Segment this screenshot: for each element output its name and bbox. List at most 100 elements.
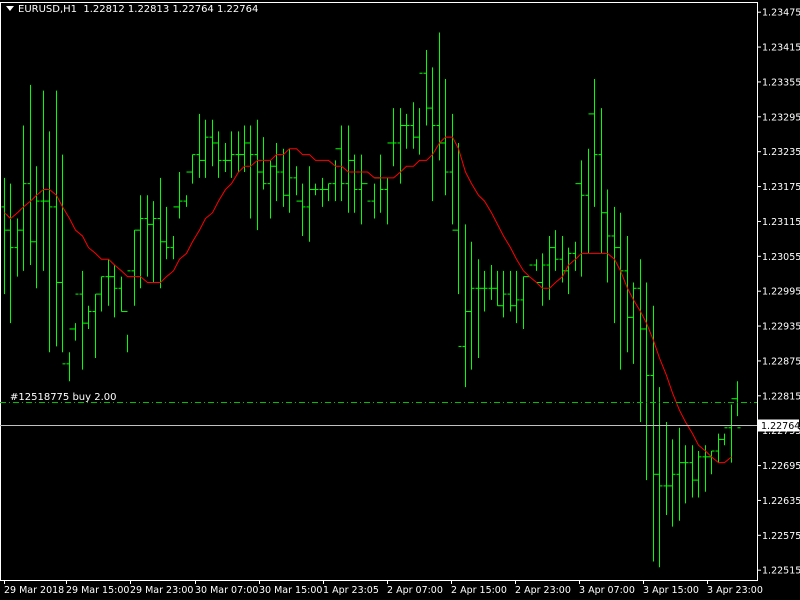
ohlc-bar bbox=[591, 79, 598, 207]
ohlc-bar bbox=[702, 445, 709, 492]
ohlc-bar bbox=[630, 282, 637, 364]
ohlc-bar bbox=[358, 154, 365, 225]
ohlc-bar bbox=[539, 253, 546, 306]
chart-header: EURUSD,H1 1.22812 1.22813 1.22764 1.2276… bbox=[6, 4, 258, 15]
ohlc-bar bbox=[565, 247, 572, 295]
ohlc-bar bbox=[319, 177, 326, 207]
ohlc-bar bbox=[209, 119, 216, 167]
ohlc-bar bbox=[682, 445, 689, 504]
ohlc-bar bbox=[111, 265, 118, 318]
ohlc-bar bbox=[59, 154, 66, 365]
x-tick-label: 29 Mar 2018 bbox=[4, 585, 64, 596]
ohlc-bar bbox=[118, 276, 125, 313]
y-tick-label: 1.23415 bbox=[762, 43, 800, 54]
ohlc-bar bbox=[552, 230, 559, 271]
y-tick-label: 1.22815 bbox=[762, 391, 800, 402]
ohlc-bar bbox=[416, 72, 423, 155]
x-tick-label: 2 Apr 07:00 bbox=[387, 585, 443, 596]
ohlc-bar bbox=[494, 270, 501, 307]
ohlc-bar bbox=[585, 113, 592, 254]
ohlc-bar bbox=[546, 235, 553, 300]
ohlc-bar bbox=[669, 439, 676, 527]
ohlc-bar bbox=[351, 154, 358, 213]
ohlc-bar bbox=[144, 195, 151, 277]
ohlc-bar bbox=[170, 206, 177, 260]
ohlc-bar bbox=[332, 148, 339, 202]
ohlc-bar bbox=[202, 119, 209, 178]
ohlc-bar bbox=[137, 195, 144, 289]
ohlc-bar bbox=[695, 451, 702, 498]
ohlc-bar bbox=[449, 113, 456, 231]
ohlc-bar bbox=[728, 398, 735, 463]
ohlc-bar bbox=[663, 421, 670, 515]
ohlc-bar bbox=[578, 160, 585, 277]
ohlc-bar bbox=[176, 172, 183, 219]
ohlc-bar bbox=[338, 125, 345, 202]
ohlc-bar bbox=[689, 445, 696, 498]
ohlc-bar bbox=[260, 137, 267, 190]
ohlc-bar bbox=[14, 218, 21, 277]
y-tick-label: 1.23235 bbox=[762, 147, 800, 158]
ohlc-bar bbox=[247, 125, 254, 219]
moving-average-line bbox=[4, 136, 732, 464]
ohlc-bar bbox=[429, 67, 436, 202]
x-tick-label: 3 Apr 15:00 bbox=[643, 585, 699, 596]
ohlc-bar bbox=[410, 102, 417, 149]
ohlc-bar bbox=[604, 189, 611, 283]
ohlc-bar bbox=[364, 183, 371, 202]
ohlc-bar bbox=[533, 259, 540, 283]
ohlc-bar bbox=[7, 183, 14, 324]
x-tick-label: 29 Mar 23:00 bbox=[130, 585, 193, 596]
ohlc-bar bbox=[293, 166, 300, 202]
ohlc-bar bbox=[507, 270, 514, 312]
y-tick-label: 1.23355 bbox=[762, 77, 800, 88]
ohlc-bar bbox=[228, 131, 235, 178]
ohlc-bar bbox=[500, 270, 507, 318]
ohlc-bar bbox=[267, 160, 274, 219]
ohlc-bar bbox=[157, 177, 164, 289]
y-tick-label: 1.22695 bbox=[762, 461, 800, 472]
ohlc-bar bbox=[325, 183, 332, 202]
ohlc-bar bbox=[222, 142, 229, 173]
x-tick-label: 3 Apr 07:00 bbox=[579, 585, 635, 596]
ohlc-bar bbox=[273, 142, 280, 202]
y-tick-label: 1.22635 bbox=[762, 496, 800, 507]
ohlc-bar bbox=[475, 259, 482, 359]
ohlc-bar bbox=[79, 270, 86, 370]
ohlc-bar bbox=[20, 125, 27, 271]
ohlc-bar bbox=[377, 154, 384, 213]
ohlc-bar bbox=[715, 433, 722, 463]
ohlc-bar bbox=[150, 201, 157, 283]
ohlc-bar bbox=[92, 293, 99, 359]
ohlc-bar bbox=[1, 177, 8, 295]
ohlc-bar bbox=[254, 119, 261, 231]
order-label: #12518775 buy 2.00 bbox=[10, 392, 117, 403]
ohlc-bar bbox=[215, 131, 222, 178]
bid-price-label: 1.22764 bbox=[761, 421, 800, 432]
y-tick-label: 1.23115 bbox=[762, 217, 800, 228]
ohlc-bar bbox=[617, 212, 624, 370]
ohlc-bar bbox=[286, 148, 293, 213]
ohlc-bar bbox=[423, 49, 430, 126]
ohlc-bar bbox=[371, 177, 378, 219]
ohlc-bar bbox=[299, 183, 306, 236]
ohlc-bar bbox=[734, 381, 741, 429]
ohlc-bar bbox=[624, 235, 631, 353]
ohlc-bar bbox=[345, 125, 352, 213]
ohlc-bar bbox=[306, 166, 313, 242]
ohlc-bar bbox=[468, 241, 475, 370]
x-tick-label: 2 Apr 15:00 bbox=[451, 585, 507, 596]
ohlc-bar bbox=[598, 108, 605, 254]
ohlc-bar bbox=[513, 270, 520, 324]
ohlc-bar bbox=[72, 293, 79, 341]
y-tick-label: 1.22995 bbox=[762, 287, 800, 298]
ohlc-bar bbox=[196, 113, 203, 178]
ohlc-bar bbox=[131, 229, 138, 306]
ohlc-bar bbox=[721, 427, 728, 446]
collapse-triangle-icon[interactable] bbox=[6, 6, 14, 11]
y-tick-label: 1.22935 bbox=[762, 322, 800, 333]
ohlc-bar bbox=[235, 131, 242, 173]
price-chart[interactable]: 1.23475 1.23415 1.23355 1.23295 1.23235 1.231… bbox=[0, 0, 800, 600]
ohlc-readout: 1.22812 1.22813 1.22764 1.22764 bbox=[83, 4, 259, 15]
y-tick-label: 1.23295 bbox=[762, 112, 800, 123]
